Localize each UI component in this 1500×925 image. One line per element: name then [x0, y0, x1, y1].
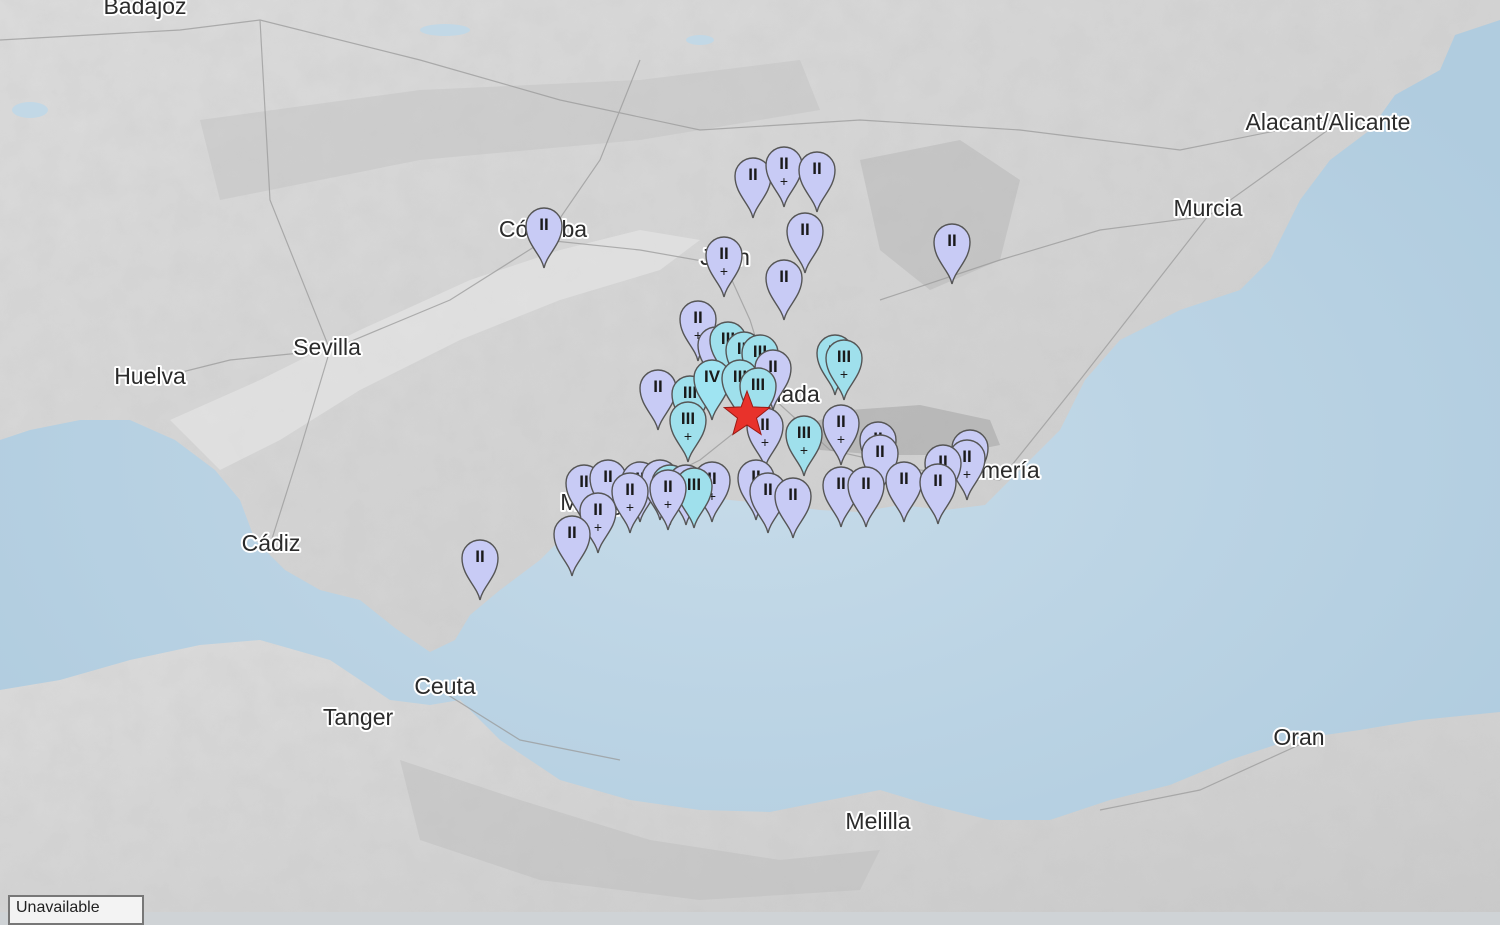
marker-intensity-label: II: [962, 447, 971, 466]
marker-intensity-label: II: [836, 412, 845, 431]
city-label: Melilla: [845, 808, 910, 834]
marker-intensity-label: II: [933, 471, 942, 490]
city-label: Ceuta: [414, 673, 476, 699]
marker-intensity-label: II: [693, 308, 702, 327]
marker-plus-sign: +: [720, 263, 728, 279]
marker-intensity-label: II: [836, 474, 845, 493]
city-label: Alacant/Alicante: [1246, 109, 1411, 135]
marker-intensity-label: III: [837, 347, 851, 366]
city-label: Tanger: [323, 704, 394, 730]
map-canvas[interactable]: BadajozMéridaCórdobaJaénSevillaHuelvaGra…: [0, 0, 1500, 912]
city-label: Huelva: [114, 363, 186, 389]
marker-plus-sign: +: [780, 173, 788, 189]
marker-intensity-label: II: [748, 165, 757, 184]
marker-plus-sign: +: [761, 434, 769, 450]
marker-intensity-label: IV: [704, 367, 721, 386]
city-label: Murcia: [1173, 195, 1242, 221]
marker-intensity-label: II: [947, 231, 956, 250]
marker-intensity-label: II: [603, 467, 612, 486]
marker-plus-sign: +: [626, 499, 634, 515]
marker-intensity-label: II: [475, 547, 484, 566]
marker-intensity-label: II: [593, 500, 602, 519]
marker-plus-sign: +: [664, 496, 672, 512]
marker-intensity-label: II: [719, 244, 728, 263]
city-label: Mérida: [225, 0, 296, 3]
marker-intensity-label: II: [788, 485, 797, 504]
city-label: Cádiz: [242, 530, 301, 556]
marker-intensity-label: II: [899, 469, 908, 488]
city-label: Oran: [1273, 724, 1324, 750]
marker-intensity-label: III: [681, 409, 695, 428]
marker-intensity-label: II: [800, 220, 809, 239]
marker-plus-sign: +: [594, 519, 602, 535]
marker-intensity-label: II: [760, 415, 769, 434]
marker-plus-sign: +: [840, 366, 848, 382]
marker-plus-sign: +: [837, 431, 845, 447]
city-label: Badajoz: [103, 0, 186, 19]
marker-intensity-label: II: [567, 523, 576, 542]
attribution-text: Unavailable: [16, 899, 100, 916]
attribution-box[interactable]: Unavailable: [8, 895, 144, 925]
marker-intensity-label: III: [687, 475, 701, 494]
marker-intensity-label: II: [579, 472, 588, 491]
marker-intensity-label: II: [875, 442, 884, 461]
marker-intensity-label: II: [663, 477, 672, 496]
marker-plus-sign: +: [684, 428, 692, 444]
marker-intensity-label: III: [751, 375, 765, 394]
marker-plus-sign: +: [800, 442, 808, 458]
marker-plus-sign: +: [963, 466, 971, 482]
marker-intensity-label: II: [812, 159, 821, 178]
city-label: Sevilla: [293, 334, 361, 360]
marker-intensity-label: II: [861, 474, 870, 493]
marker-intensity-label: II: [653, 377, 662, 396]
marker-intensity-label: II: [539, 215, 548, 234]
marker-intensity-label: III: [797, 423, 811, 442]
marker-intensity-label: II: [763, 480, 772, 499]
marker-intensity-label: II: [779, 154, 788, 173]
marker-intensity-label: II: [625, 480, 634, 499]
marker-intensity-label: II: [779, 267, 788, 286]
